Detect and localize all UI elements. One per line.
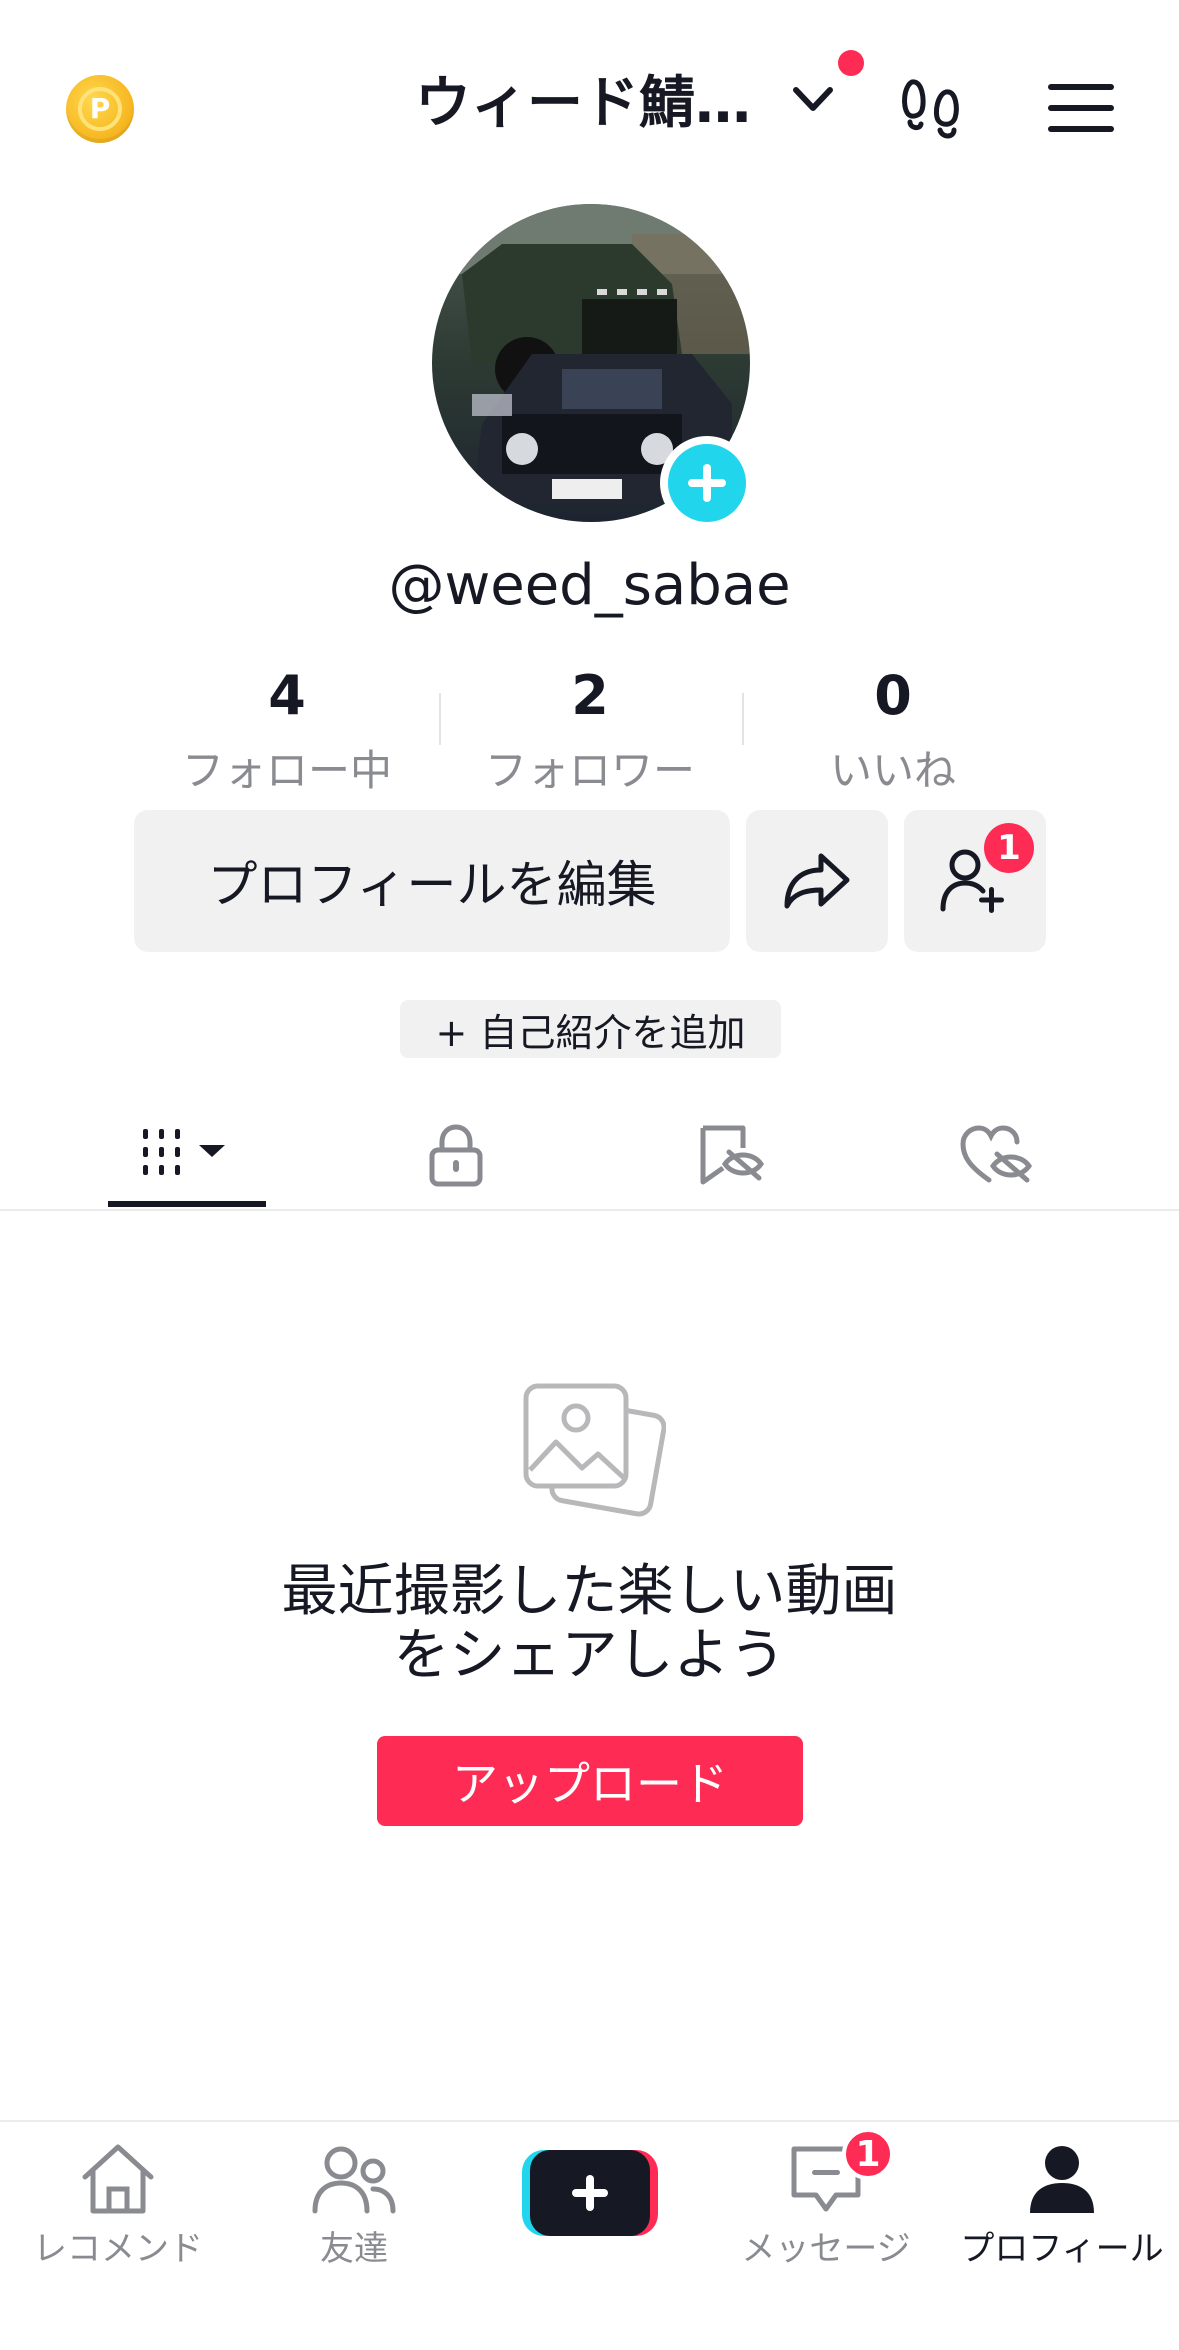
stat-likes[interactable]: 0 いいね: [743, 665, 1043, 798]
nav-home[interactable]: レコメンド: [0, 2135, 236, 2275]
home-icon: [82, 2144, 154, 2213]
stat-followers-label: フォロワー: [484, 746, 695, 795]
bottom-nav-border: [0, 2120, 1179, 2122]
empty-state-message: 最近撮影した楽しい動画 をシェアしよう: [0, 1560, 1179, 1688]
message-badge: 1: [842, 2128, 894, 2180]
friends-icon: [312, 2146, 396, 2213]
active-tab-indicator: [108, 1201, 266, 1207]
stat-likes-value: 0: [874, 664, 912, 727]
nav-messages-label: メッセージ: [741, 2228, 911, 2269]
empty-state-line2: をシェアしよう: [393, 1623, 786, 1688]
stat-following-value: 4: [268, 664, 306, 727]
coin-letter: P: [78, 87, 122, 131]
plus-icon: [688, 464, 726, 502]
chevron-down-icon[interactable]: [788, 80, 838, 120]
heart-hidden-icon: [960, 1125, 1033, 1183]
grid-icon: [143, 1129, 225, 1175]
footprint-icon[interactable]: [900, 72, 970, 142]
account-switcher-name[interactable]: ウィード鯖…: [415, 58, 751, 139]
stat-following-label: フォロー中: [181, 746, 392, 795]
upload-button[interactable]: アップロード: [377, 1736, 803, 1826]
nav-profile[interactable]: プロフィール: [944, 2135, 1179, 2275]
create-icon[interactable]: [522, 2148, 658, 2238]
tab-divider: [0, 1209, 1179, 1211]
tab-liked[interactable]: [917, 1100, 1077, 1210]
bookmark-hidden-icon: [700, 1125, 765, 1185]
stat-following[interactable]: 4 フォロー中: [137, 665, 437, 798]
nav-friends-label: 友達: [320, 2228, 388, 2269]
tab-videos[interactable]: [107, 1100, 267, 1210]
photo-icon: [523, 1383, 666, 1517]
notification-dot: [838, 50, 864, 76]
add-bio-button[interactable]: + 自己紹介を追加: [400, 1000, 781, 1058]
empty-state-line1: 最近撮影した楽しい動画: [281, 1559, 898, 1624]
tab-private[interactable]: [376, 1100, 536, 1210]
nav-home-label: レコメンド: [33, 2228, 203, 2269]
share-icon: [784, 853, 850, 909]
stat-followers[interactable]: 2 フォロワー: [440, 665, 740, 798]
nav-messages[interactable]: メッセージ: [708, 2135, 944, 2275]
nav-friends[interactable]: 友達: [236, 2135, 472, 2275]
stat-followers-value: 2: [571, 664, 609, 727]
add-avatar-button[interactable]: [660, 436, 754, 530]
share-profile-button[interactable]: [746, 810, 888, 952]
username: @weed_sabae: [388, 553, 791, 618]
nav-profile-label: プロフィール: [960, 2228, 1164, 2269]
lock-icon: [429, 1124, 483, 1187]
menu-icon[interactable]: [1046, 80, 1116, 136]
profile-icon: [1030, 2145, 1094, 2213]
edit-profile-button[interactable]: プロフィールを編集: [134, 810, 730, 952]
stat-likes-label: いいね: [829, 746, 956, 795]
friend-request-badge: 1: [984, 823, 1034, 873]
coin-icon[interactable]: P: [66, 75, 134, 143]
tab-favorites[interactable]: [651, 1100, 811, 1210]
